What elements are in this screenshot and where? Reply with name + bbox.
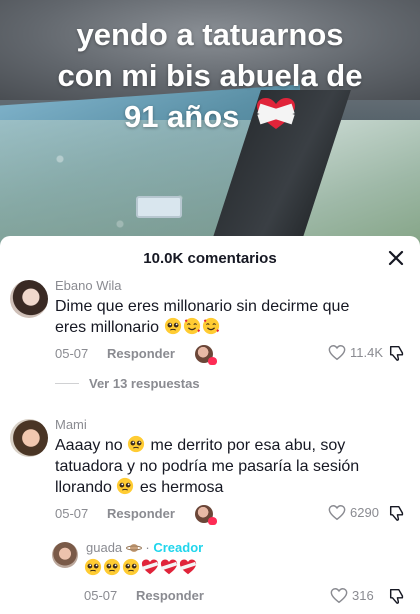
comment-text: Aaaay no me derrito por esa abu, soy tat… xyxy=(55,435,359,498)
creator-liked-avatar xyxy=(195,345,217,365)
like-count: 6290 xyxy=(350,505,379,520)
comment-text-line: me derrito por esa abu, soy xyxy=(150,437,346,454)
view-replies-button[interactable]: Ver 13 respuestas xyxy=(55,376,200,391)
heart-with-bandage-icon xyxy=(256,97,296,141)
avatar[interactable] xyxy=(52,542,78,568)
view-replies-label: Ver 13 respuestas xyxy=(89,376,200,391)
reply-button[interactable]: Responder xyxy=(136,588,204,603)
comment-text-line: Dime que eres millonario sin decirme que xyxy=(55,298,350,315)
reply-username-text: guada xyxy=(86,540,123,555)
smiling-face-with-hearts-icon xyxy=(183,317,200,335)
comment-text: Dime que eres millonario sin decirme que… xyxy=(55,296,349,338)
pleading-face-icon xyxy=(127,435,145,453)
like-button[interactable]: 6290 xyxy=(328,504,379,521)
like-button[interactable]: 11.4K xyxy=(328,344,383,361)
like-count: 316 xyxy=(352,588,374,603)
heart-with-bandage-icon xyxy=(141,559,159,575)
avatar[interactable] xyxy=(10,280,48,318)
comment-date: 05-07 xyxy=(55,506,89,521)
comment-item: Mami Aaaay no me derrito por esa abu, so… xyxy=(0,417,420,529)
caption-line-3: 91 años xyxy=(123,99,240,134)
caption-line-1: yendo a tatuarnos xyxy=(76,17,344,52)
reply-username[interactable]: guada · Creador xyxy=(86,540,203,557)
comment-date: 05-07 xyxy=(55,346,89,361)
pleading-face-icon xyxy=(117,477,134,495)
pleading-face-icon xyxy=(122,558,140,576)
comment-text-line: es hermosa xyxy=(139,479,224,496)
comment-text-line: eres millonario xyxy=(55,319,160,336)
comment-item: Ebano Wila Dime que eres millonario sin … xyxy=(0,278,420,400)
reply-item: guada · Creador 05-07 Responder 316 xyxy=(0,540,420,612)
reply-date: 05-07 xyxy=(84,588,118,603)
dislike-icon[interactable] xyxy=(388,587,406,610)
dislike-icon[interactable] xyxy=(388,504,406,527)
pleading-face-icon xyxy=(103,558,121,576)
caption-line-2: con mi bis abuela de xyxy=(57,58,363,93)
reply-button[interactable]: Responder xyxy=(107,506,175,521)
creator-liked-avatar xyxy=(195,505,217,525)
pleading-face-icon xyxy=(164,317,181,335)
pleading-face-icon xyxy=(84,558,102,576)
video-background[interactable]: yendo a tatuarnos con mi bis abuela de 9… xyxy=(0,0,420,250)
comment-text-line: Aaaay no xyxy=(55,437,123,454)
like-button[interactable]: 316 xyxy=(330,587,374,604)
reply-button[interactable]: Responder xyxy=(107,346,175,361)
heart-outline-icon xyxy=(328,345,346,361)
comments-count-title: 10.0K comentarios xyxy=(143,250,277,267)
comment-text-line: tatuadora y no podría me pasaría la sesi… xyxy=(55,458,360,475)
windshield-sticker xyxy=(136,196,182,218)
reply-text xyxy=(84,558,198,579)
smiling-face-with-hearts-icon xyxy=(202,317,219,335)
comment-text-line: llorando xyxy=(55,479,112,496)
video-caption: yendo a tatuarnos con mi bis abuela de 9… xyxy=(0,14,420,141)
creator-badge: Creador xyxy=(153,540,204,555)
close-icon[interactable] xyxy=(384,246,408,270)
ringed-planet-icon xyxy=(125,542,142,557)
heart-outline-icon xyxy=(330,588,348,604)
comment-username[interactable]: Mami xyxy=(55,417,87,432)
heart-outline-icon xyxy=(328,505,346,521)
heart-with-bandage-icon xyxy=(179,559,197,575)
avatar[interactable] xyxy=(10,419,48,457)
dislike-icon[interactable] xyxy=(388,344,406,367)
heart-with-bandage-icon xyxy=(160,559,178,575)
divider-line xyxy=(55,383,79,384)
like-count: 11.4K xyxy=(350,345,384,360)
comments-sheet: 10.0K comentarios Ebano Wila Dime que er… xyxy=(0,236,420,614)
comments-header: 10.0K comentarios xyxy=(0,236,420,280)
comment-username[interactable]: Ebano Wila xyxy=(55,278,121,293)
